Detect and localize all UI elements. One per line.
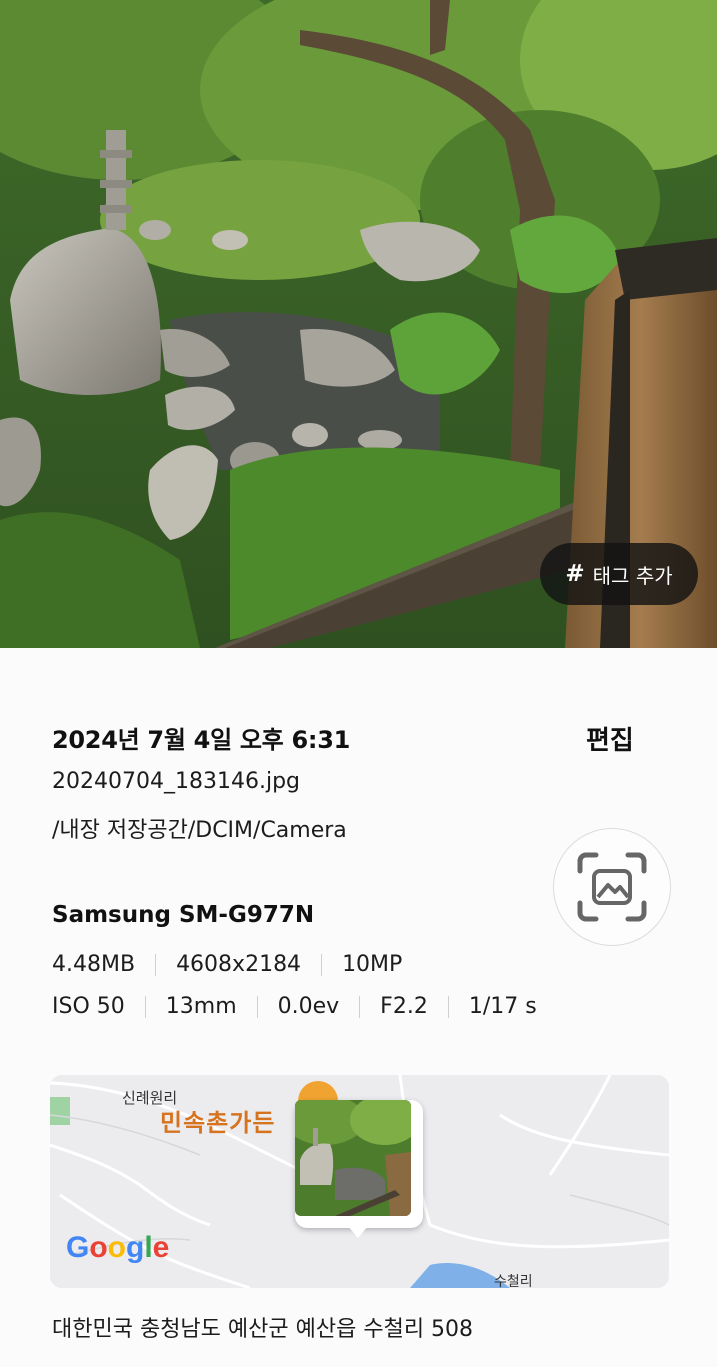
device-model: Samsung SM-G977N <box>52 902 315 928</box>
location-map[interactable]: 신례원리 민속촌가든 수철리 Google <box>50 1075 669 1288</box>
divider <box>144 995 146 1018</box>
iso-value: ISO 50 <box>52 994 125 1019</box>
image-scan-icon <box>577 852 647 922</box>
photo-date: 2024년 7월 4일 오후 6:31 <box>52 726 351 754</box>
google-logo: Google <box>66 1231 170 1264</box>
aperture: F2.2 <box>380 994 428 1019</box>
map-photo-thumbnail[interactable] <box>295 1100 423 1228</box>
divider <box>359 995 361 1018</box>
thumbnail-pointer <box>348 1226 368 1238</box>
hash-icon: # <box>565 561 585 587</box>
map-label-poi: 민속촌가든 <box>160 1109 276 1137</box>
thumbnail-image <box>295 1100 411 1216</box>
edit-button[interactable]: 편집 <box>586 720 634 757</box>
photo-viewer[interactable]: # 태그 추가 <box>0 0 717 648</box>
camera-specs: ISO 50 13mm 0.0ev F2.2 1/17 s <box>52 994 537 1019</box>
details-panel: 2024년 7월 4일 오후 6:31 편집 20240704_183146.j… <box>0 648 717 1367</box>
file-name: 20240704_183146.jpg <box>52 769 300 794</box>
image-search-button[interactable] <box>553 828 671 946</box>
divider <box>321 953 323 976</box>
map-label-area: 수철리 <box>494 1274 533 1288</box>
add-tag-button[interactable]: # 태그 추가 <box>540 543 698 605</box>
divider <box>256 995 258 1018</box>
megapixels: 10MP <box>342 952 403 977</box>
add-tag-label: 태그 추가 <box>592 563 673 588</box>
file-path: /내장 저장공간/DCIM/Camera <box>52 818 347 843</box>
image-resolution: 4608x2184 <box>176 952 302 977</box>
location-address: 대한민국 충청남도 예산군 예산읍 수철리 508 <box>52 1317 474 1342</box>
divider <box>447 995 449 1018</box>
file-size: 4.48MB <box>52 952 136 977</box>
divider <box>155 953 157 976</box>
shutter-speed: 1/17 s <box>468 994 537 1019</box>
exposure-value: 0.0ev <box>277 994 340 1019</box>
focal-length: 13mm <box>165 994 237 1019</box>
file-specs: 4.48MB 4608x2184 10MP <box>52 952 402 977</box>
